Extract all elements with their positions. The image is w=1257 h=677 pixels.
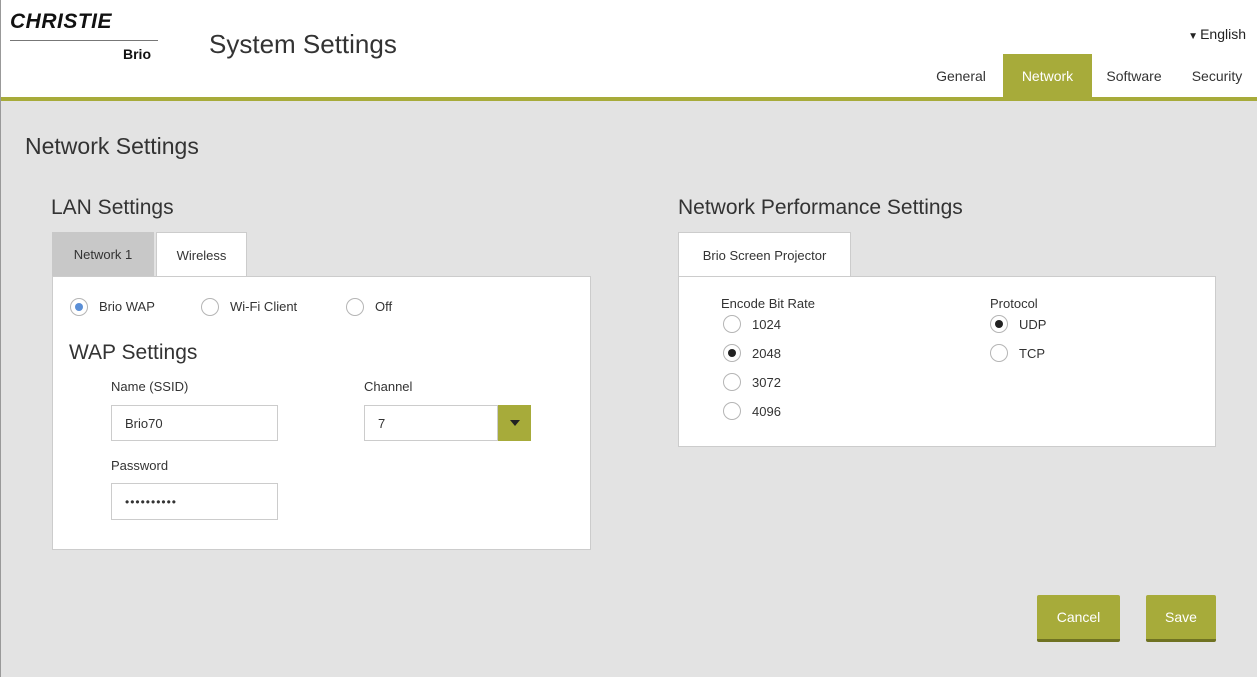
radio-label-tcp: TCP xyxy=(1019,346,1045,361)
save-button[interactable]: Save xyxy=(1146,595,1216,642)
radio-bitrate-3072[interactable] xyxy=(723,373,741,391)
caret-down-icon: ▼ xyxy=(1188,31,1199,42)
ssid-input[interactable]: Brio70 xyxy=(111,405,278,441)
tab-general[interactable]: General xyxy=(919,54,1003,97)
language-selector[interactable]: ▼ English xyxy=(1188,26,1246,42)
christie-logo: CHRISTIE Brio xyxy=(10,10,160,65)
language-label: English xyxy=(1200,26,1246,42)
header: CHRISTIE Brio System Settings ▼ English G… xyxy=(1,0,1257,97)
radio-protocol-udp[interactable] xyxy=(990,315,1008,333)
radio-label-udp: UDP xyxy=(1019,317,1047,332)
page-title: Network Settings xyxy=(25,133,199,159)
main-content: Network Settings LAN Settings Network 1 … xyxy=(1,101,1257,677)
bitrate-label: Encode Bit Rate xyxy=(721,296,815,311)
chevron-down-icon xyxy=(509,420,520,426)
radio-wifi-client[interactable] xyxy=(201,298,219,316)
logo-text: CHRISTIE xyxy=(10,10,113,33)
performance-settings-title: Network Performance Settings xyxy=(678,196,963,219)
password-input[interactable]: •••••••••• xyxy=(111,483,278,520)
radio-label-4096: 4096 xyxy=(752,404,781,419)
wireless-panel: Brio WAP Wi-Fi Client Off WAP Settings N… xyxy=(52,276,591,550)
channel-dropdown-button[interactable] xyxy=(498,405,531,441)
tab-wireless[interactable]: Wireless xyxy=(156,232,247,277)
tab-network[interactable]: Network xyxy=(1003,54,1092,97)
app-title: System Settings xyxy=(209,29,397,59)
channel-label: Channel xyxy=(364,379,413,394)
password-label: Password xyxy=(111,458,169,473)
radio-label-2048: 2048 xyxy=(752,346,781,361)
lan-settings-title: LAN Settings xyxy=(51,196,174,219)
protocol-label: Protocol xyxy=(990,296,1038,311)
app-window: CHRISTIE Brio System Settings ▼ English G… xyxy=(0,0,1257,677)
cancel-button[interactable]: Cancel xyxy=(1037,595,1120,642)
logo-divider xyxy=(10,40,158,41)
channel-select[interactable]: 7 xyxy=(364,405,498,441)
tab-network-1[interactable]: Network 1 xyxy=(52,232,154,276)
wap-settings-title: WAP Settings xyxy=(69,341,198,364)
radio-protocol-tcp[interactable] xyxy=(990,344,1008,362)
radio-label-3072: 3072 xyxy=(752,375,781,390)
logo-subtext: Brio xyxy=(123,46,151,62)
radio-bitrate-4096[interactable] xyxy=(723,402,741,420)
performance-panel: Encode Bit Rate 1024 2048 3072 4096 Prot… xyxy=(678,276,1216,447)
radio-off[interactable] xyxy=(346,298,364,316)
main-nav: General Network Software Security xyxy=(919,54,1257,97)
radio-brio-wap[interactable] xyxy=(70,298,88,316)
tab-brio-screen-projector[interactable]: Brio Screen Projector xyxy=(678,232,851,277)
radio-bitrate-2048[interactable] xyxy=(723,344,741,362)
tab-software[interactable]: Software xyxy=(1092,54,1176,97)
tab-security[interactable]: Security xyxy=(1176,54,1257,97)
radio-label-off: Off xyxy=(375,299,393,314)
radio-label-brio-wap: Brio WAP xyxy=(99,299,155,314)
ssid-label: Name (SSID) xyxy=(111,379,189,394)
radio-bitrate-1024[interactable] xyxy=(723,315,741,333)
radio-label-wifi-client: Wi-Fi Client xyxy=(230,299,298,314)
radio-label-1024: 1024 xyxy=(752,317,781,332)
